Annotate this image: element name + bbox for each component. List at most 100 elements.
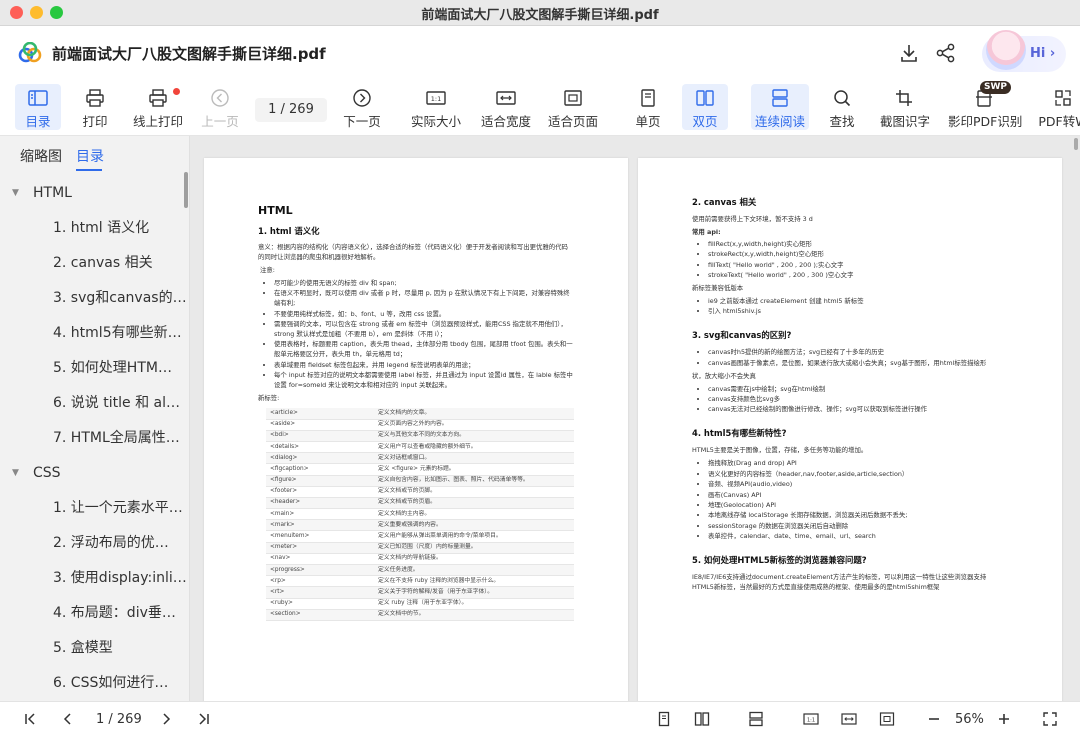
double-page-button[interactable]: 双页	[682, 84, 728, 130]
title-bar: 前端面试大厂八股文图解手撕巨详细.pdf	[0, 0, 1080, 26]
fit-width-bottom-button[interactable]	[841, 711, 857, 729]
share-icon[interactable]	[935, 42, 957, 64]
tag-name-cell: <footer>	[266, 486, 374, 498]
outline-item[interactable]: 6. CSS如何进行…	[0, 666, 189, 701]
double-page-bottom-button[interactable]	[694, 711, 710, 729]
list-item: fillText( "Hello world" , 200 , 200 );实心…	[708, 261, 1008, 271]
list-item: 地理(Geolocation) API	[708, 501, 1008, 511]
swp-badge: SWP	[980, 81, 1012, 94]
next-page-button[interactable]: 下一页	[340, 84, 384, 130]
single-page-bottom-button[interactable]	[656, 711, 672, 729]
download-icon[interactable]	[898, 42, 920, 64]
list-item: fillRect(x,y,width,height)实心矩形	[708, 240, 1008, 250]
outline-group[interactable]: ▼ CSS	[0, 456, 189, 491]
outline-item[interactable]: 5. 盒模型	[0, 631, 189, 666]
list-item: canvas画图基于像素点，是位图，如果进行放大或缩小会失真；svg基于图形，用…	[708, 359, 1008, 369]
list-item: 使用表格时，标题要用 caption，表头用 thead，主体部分用 tbody…	[274, 340, 574, 360]
find-label: 查找	[829, 114, 855, 129]
bottom-page-indicator[interactable]: 1 / 269	[96, 712, 142, 730]
sidebar-scrollbar[interactable]	[184, 172, 188, 208]
print-label: 打印	[82, 114, 108, 129]
tag-description-cell: 定义文档或节的页眉。	[374, 497, 574, 510]
caret-down-icon[interactable]: ▼	[12, 176, 19, 211]
tag-name-cell: <progress>	[266, 564, 374, 577]
notification-dot	[173, 88, 180, 95]
outline-item[interactable]: 7. HTML全局属性…	[0, 421, 189, 456]
actual-size-bottom-button[interactable]: 1:1	[803, 711, 819, 729]
outline-item[interactable]: 6. 说说 title 和 al…	[0, 386, 189, 421]
zoom-in-button[interactable]	[996, 711, 1012, 729]
main-toolbar: 目录 打印 线上打印 上一页 1 / 269 下一页 1:1 实际大小 适合宽度	[0, 78, 1080, 136]
document-scrollbar[interactable]	[1074, 138, 1078, 150]
first-page-button[interactable]	[22, 711, 38, 729]
fit-width-icon	[841, 713, 857, 725]
outline-item[interactable]: 2. canvas 相关	[0, 246, 189, 281]
tab-catalog[interactable]: 目录	[76, 146, 104, 166]
outline-item[interactable]: 3. 使用display:inli…	[0, 561, 189, 596]
find-button[interactable]: 查找	[824, 84, 860, 130]
actual-size-icon: 1:1	[426, 91, 446, 105]
outline-item[interactable]: 1. 让一个元素水平…	[0, 491, 189, 526]
fit-page-button[interactable]: 适合页面	[545, 84, 601, 130]
page-number-input[interactable]: 1 / 269	[255, 98, 327, 122]
catalog-button[interactable]: 目录	[15, 84, 61, 130]
tag-name-cell: <ruby>	[266, 598, 374, 610]
list-item: canvas无法对已经绘制的图像进行修改、操作；svg可以获取到标签进行操作	[708, 405, 1008, 415]
fit-page-label: 适合页面	[547, 114, 598, 129]
compat-section-text: IE8/IE7/IE6支持通过document.createElement方法产…	[692, 573, 987, 592]
outline-item-label: HTML	[33, 185, 72, 201]
outline-item-label: 4. 布局题：div垂…	[53, 605, 176, 621]
screenshot-ocr-label: 截图识字	[879, 114, 930, 129]
next-page-bottom-button[interactable]	[158, 711, 174, 729]
document-title: 前端面试大厂八股文图解手撕巨详细.pdf	[52, 45, 326, 63]
caret-down-icon[interactable]: ▼	[12, 456, 19, 491]
app-header: 前端面试大厂八股文图解手撕巨详细.pdf Hi ›	[0, 26, 1080, 78]
actual-size-button[interactable]: 1:1 实际大小	[408, 84, 464, 130]
assistant-button[interactable]: Hi ›	[982, 30, 1066, 72]
tag-description-cell: 定义用户能够从弹出菜单调用的命令/菜单项目。	[374, 530, 574, 543]
outline-group[interactable]: ▼ HTML	[0, 176, 189, 211]
outline-item-label: 5. 如何处理HTM…	[53, 360, 172, 376]
single-page-button[interactable]: 单页	[628, 84, 668, 130]
fit-width-button[interactable]: 适合宽度	[478, 84, 534, 130]
fullscreen-button[interactable]	[1042, 711, 1058, 729]
outline-item[interactable]: 4. 布局题：div垂…	[0, 596, 189, 631]
arrow-left-circle-icon	[211, 89, 229, 107]
svg-canvas-continuation: 状，放大缩小不会失真	[692, 371, 756, 380]
tag-name-cell: <aside>	[266, 419, 374, 431]
last-page-button[interactable]	[196, 711, 212, 729]
outline-item[interactable]: 1. html 语义化	[0, 211, 189, 246]
online-printer-icon	[149, 89, 167, 107]
plus-icon	[999, 714, 1009, 724]
zoom-level[interactable]: 56%	[955, 712, 984, 730]
screenshot-ocr-button[interactable]: 截图识字	[878, 84, 932, 130]
print-button[interactable]: 打印	[72, 84, 118, 130]
prev-page-bottom-button[interactable]	[60, 711, 76, 729]
fit-page-bottom-button[interactable]	[879, 711, 895, 729]
tag-description-cell: 定义用户可以查看或隐藏的额外细节。	[374, 441, 574, 454]
double-page-icon	[696, 90, 714, 106]
list-item: strokeText( "Hello world" , 200 , 300 )空…	[708, 271, 1008, 281]
outline-item[interactable]: 3. svg和canvas的…	[0, 281, 189, 316]
html5-features-section-title: 4. html5有哪些新特性?	[692, 428, 787, 439]
continuous-bottom-button[interactable]	[748, 711, 764, 729]
tag-description-cell: 定义文档或节的页脚。	[374, 486, 574, 498]
tag-name-cell: <menuitem>	[266, 530, 374, 543]
list-item: sessionStorage 的数据在浏览器关闭后自动删除	[708, 522, 1008, 532]
outline-item[interactable]: 5. 如何处理HTM…	[0, 351, 189, 386]
prev-page-button[interactable]: 上一页	[198, 84, 242, 130]
outline-item-label: CSS	[33, 465, 61, 481]
outline-item[interactable]: 2. 浮动布局的优…	[0, 526, 189, 561]
compat-list: ie9 之前版本通过 createElement 创建 html5 新标签引入 …	[692, 297, 1008, 317]
pdf-convert-button[interactable]: PDF转W	[1036, 84, 1080, 130]
ocr-pdf-label: 影印PDF识别	[948, 114, 1023, 129]
next-page-label: 下一页	[343, 114, 381, 129]
zoom-out-button[interactable]	[926, 711, 942, 729]
continuous-reading-icon	[749, 711, 763, 727]
list-item: 尽可能少的使用无语义的标签 div 和 span;	[274, 279, 574, 289]
list-item: 每个 input 标签对应的说明文本都需要使用 label 标签，并且通过为 i…	[274, 371, 574, 391]
continuous-reading-button[interactable]: 连续阅读	[751, 84, 809, 130]
tag-description-cell: 定义已知范围（尺度）内的标量测量。	[374, 542, 574, 554]
tab-thumbnails[interactable]: 缩略图	[20, 146, 62, 166]
outline-item[interactable]: 4. html5有哪些新…	[0, 316, 189, 351]
